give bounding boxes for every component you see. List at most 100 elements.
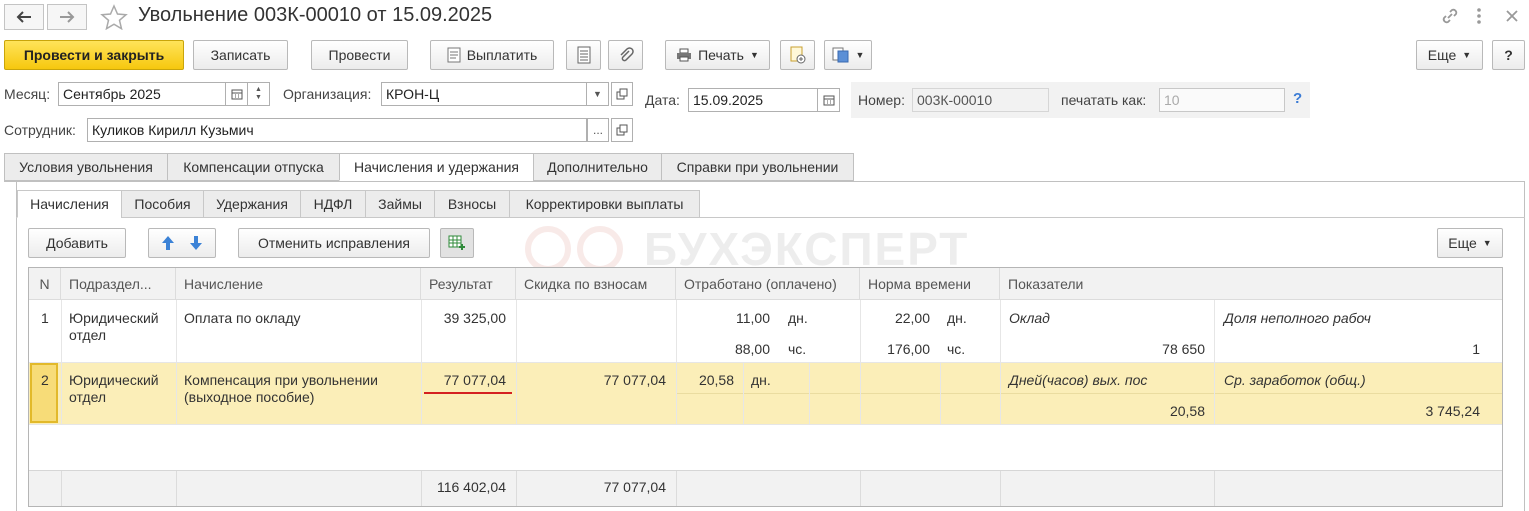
chevron-up-icon[interactable]: ▲ <box>255 86 262 94</box>
norm-hours-unit: чс. <box>947 341 966 357</box>
accruals-table: N Подраздел... Начисление Результат Скид… <box>28 267 1503 507</box>
document-icon <box>447 47 461 63</box>
row-divider <box>29 362 1502 363</box>
indicator2-value: 3 745,24 <box>1425 403 1481 419</box>
calendar-icon[interactable] <box>818 88 840 112</box>
more-vertical-icon[interactable] <box>1474 6 1484 29</box>
column-divider <box>860 471 861 506</box>
column-header-n[interactable]: N <box>29 268 61 300</box>
printer-icon <box>677 48 692 62</box>
print-as-field[interactable]: 10 <box>1159 88 1285 112</box>
month-field[interactable]: Сентябрь 2025 <box>58 82 226 106</box>
tab-vacation-compensation[interactable]: Компенсации отпуска <box>167 153 340 181</box>
column-divider <box>743 362 744 424</box>
subtab-payment-corrections[interactable]: Корректировки выплаты <box>509 190 700 218</box>
documents-icon <box>832 47 849 63</box>
row-number: 2 <box>41 372 49 388</box>
subtab-accruals[interactable]: Начисления <box>17 190 122 218</box>
forward-button[interactable] <box>47 4 87 30</box>
window-title: Увольнение 003К-00010 от 15.09.2025 <box>138 4 493 26</box>
indicator2-value: 1 <box>1472 341 1480 357</box>
date-field[interactable]: 15.09.2025 <box>688 88 818 112</box>
help-button[interactable]: ? <box>1492 40 1525 70</box>
related-documents-button[interactable]: ▼ <box>824 40 872 70</box>
subtab-contributions[interactable]: Взносы <box>434 190 510 218</box>
back-button[interactable] <box>4 4 44 30</box>
pay-button[interactable]: Выплатить <box>430 40 554 70</box>
number-label: Номер: <box>858 92 905 108</box>
column-header-result[interactable]: Результат <box>421 268 516 300</box>
chevron-down-icon[interactable]: ▼ <box>255 94 262 102</box>
discount-cell: 77 077,04 <box>603 372 666 388</box>
worked-days-cell: 20,58 <box>698 372 734 388</box>
column-divider <box>421 300 422 424</box>
open-icon[interactable] <box>611 118 633 142</box>
column-divider <box>61 471 62 506</box>
norm-hours-cell: 176,00 <box>887 341 930 357</box>
organization-label: Организация: <box>283 86 372 102</box>
number-field[interactable]: 003К-00010 <box>912 88 1049 112</box>
create-based-on-button[interactable] <box>780 40 815 70</box>
calendar-icon[interactable] <box>226 82 248 106</box>
table-add-icon <box>448 235 465 250</box>
select-ellipsis-icon[interactable]: ... <box>587 118 609 142</box>
move-up-icon[interactable] <box>161 235 175 251</box>
worked-hours-unit: чс. <box>788 341 807 357</box>
date-label: Дата: <box>645 92 680 108</box>
column-divider <box>176 471 177 506</box>
column-header-norm[interactable]: Норма времени <box>860 268 1000 300</box>
help-question-icon[interactable]: ? <box>1293 90 1302 107</box>
organization-field[interactable]: КРОН-Ц <box>381 82 587 106</box>
table-settings-button[interactable] <box>440 228 474 258</box>
column-header-accrual[interactable]: Начисление <box>176 268 421 300</box>
column-divider <box>1214 300 1215 424</box>
add-button[interactable]: Добавить <box>28 228 126 258</box>
list-document-icon <box>577 46 590 64</box>
column-divider <box>940 362 941 424</box>
month-stepper[interactable]: ▲ ▼ <box>248 82 270 106</box>
column-divider <box>1000 471 1001 506</box>
department-cell-line2: отдел <box>69 389 107 405</box>
table-more-button[interactable]: Еще ▼ <box>1437 228 1503 258</box>
dropdown-chevron-icon[interactable]: ▼ <box>587 82 609 106</box>
pay-button-label: Выплатить <box>466 47 538 63</box>
column-header-discount[interactable]: Скидка по взносам <box>516 268 676 300</box>
table-row[interactable]: 1 Юридический отдел Оплата по окладу 39 … <box>29 300 1502 362</box>
employee-field[interactable]: Куликов Кирилл Кузьмич <box>87 118 587 142</box>
cancel-corrections-button[interactable]: Отменить исправления <box>238 228 430 258</box>
link-icon[interactable] <box>1440 6 1460 29</box>
tab-dismissal-conditions[interactable]: Условия увольнения <box>4 153 168 181</box>
post-and-close-button[interactable]: Провести и закрыть <box>4 40 184 70</box>
journal-button[interactable] <box>566 40 601 70</box>
subtab-deductions[interactable]: Удержания <box>203 190 301 218</box>
column-header-indicators[interactable]: Показатели <box>1000 268 1502 300</box>
favorite-star-icon[interactable] <box>100 4 128 33</box>
tab-additional[interactable]: Дополнительно <box>533 153 662 181</box>
print-button[interactable]: Печать ▼ <box>665 40 770 70</box>
column-header-department[interactable]: Подраздел... <box>61 268 176 300</box>
column-header-worked[interactable]: Отработано (оплачено) <box>676 268 860 300</box>
post-button[interactable]: Провести <box>311 40 408 70</box>
total-result: 116 402,04 <box>436 479 506 495</box>
subtab-loans[interactable]: Займы <box>365 190 435 218</box>
subtab-ndfl[interactable]: НДФЛ <box>300 190 366 218</box>
arrow-left-icon <box>16 11 31 23</box>
paperclip-icon <box>619 47 634 62</box>
more-button[interactable]: Еще ▼ <box>1416 40 1483 70</box>
row-number: 1 <box>41 310 49 326</box>
open-icon[interactable] <box>611 82 633 106</box>
total-discount: 77 077,04 <box>603 479 666 495</box>
move-down-icon[interactable] <box>189 235 203 251</box>
tab-dismissal-certificates[interactable]: Справки при увольнении <box>661 153 854 181</box>
tab-accruals-deductions[interactable]: Начисления и удержания <box>339 153 534 181</box>
attach-button[interactable] <box>608 40 643 70</box>
result-cell: 77 077,04 <box>443 372 506 388</box>
save-button[interactable]: Записать <box>193 40 288 70</box>
column-divider <box>421 471 422 506</box>
department-cell: Юридический <box>69 310 159 326</box>
close-icon[interactable] <box>1502 6 1522 29</box>
subtab-benefits[interactable]: Пособия <box>121 190 204 218</box>
print-button-label: Печать <box>698 47 744 63</box>
column-divider <box>516 300 517 424</box>
move-buttons <box>148 228 216 258</box>
